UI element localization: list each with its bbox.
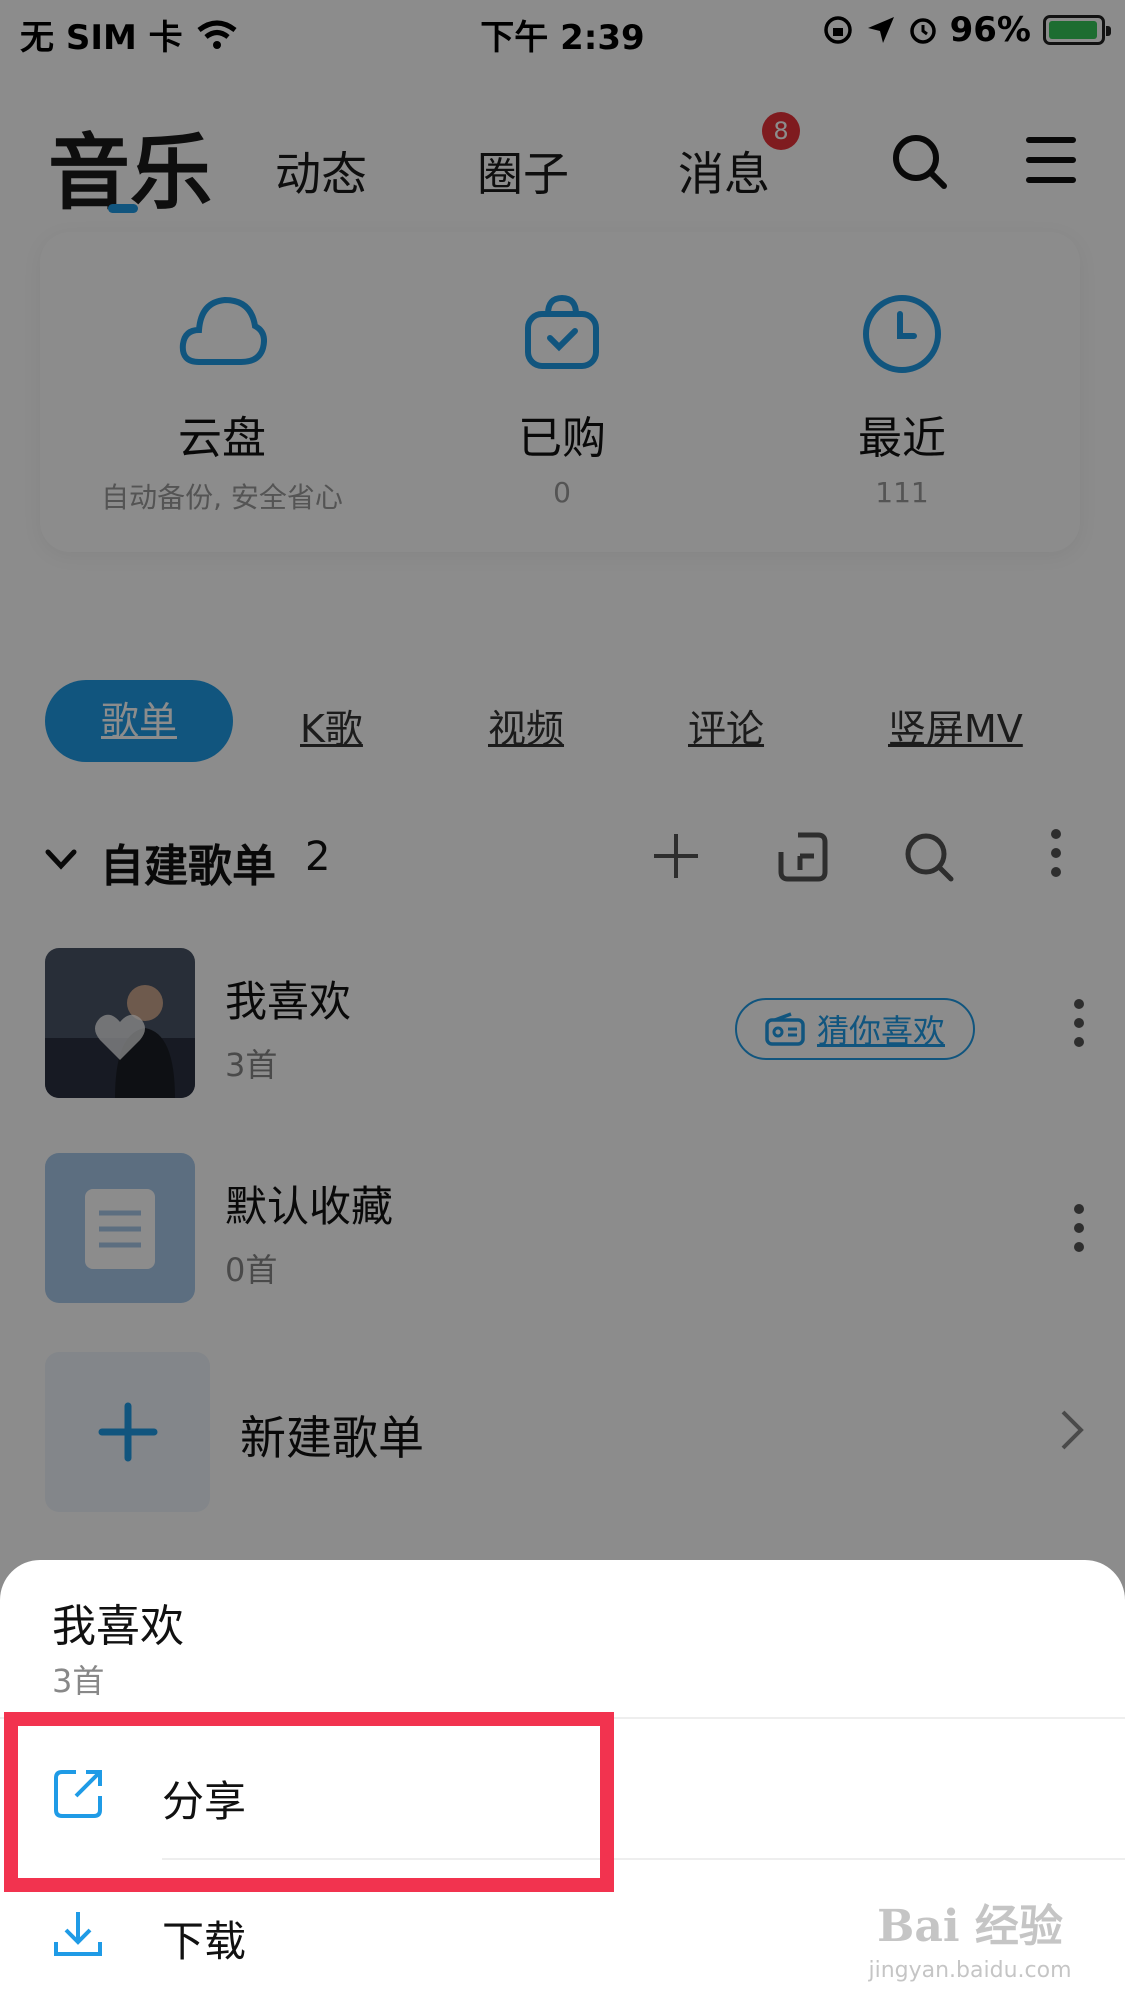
- watermark-logo: Bai 经验: [877, 1901, 1063, 1952]
- download-icon: [54, 1912, 102, 1956]
- watermark: Bai 经验 jingyan.baidu.com: [860, 1890, 1080, 1983]
- watermark-url: jingyan.baidu.com: [868, 1958, 1072, 1983]
- sheet-subtitle: 3首: [52, 1662, 105, 1700]
- sheet-title: 我喜欢: [52, 1601, 184, 1652]
- download-label: 下载: [162, 1917, 247, 1966]
- screen: 无 SIM 卡 下午 2:39 96% 音乐 动态 圈子 消息 8 云盘 自动备…: [0, 0, 1125, 2001]
- highlight-box: [4, 1712, 614, 1892]
